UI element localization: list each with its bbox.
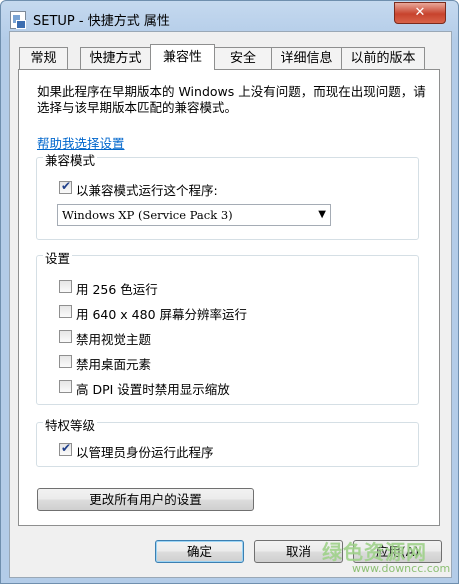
tab-shortcut[interactable]: 快捷方式	[80, 47, 151, 69]
tab-compatibility[interactable]: 兼容性	[150, 44, 215, 70]
compat-os-selected-value: Windows XP (Service Pack 3)	[62, 208, 233, 222]
disable-visual-themes-label: 禁用视觉主题	[76, 332, 152, 347]
compat-os-select[interactable]: Windows XP (Service Pack 3) ▼	[57, 204, 331, 226]
tab-security[interactable]: 安全	[214, 47, 272, 69]
tab-label: 常规	[30, 51, 57, 66]
window-title: SETUP - 快捷方式 属性	[33, 14, 170, 29]
color-256-checkbox[interactable]	[59, 280, 72, 293]
compatibility-description: 如果此程序在早期版本的 Windows 上没有问题，而现在出现问题，请选择与该早…	[37, 84, 426, 115]
disable-desktop-composition-label: 禁用桌面元素	[76, 357, 152, 372]
compat-mode-group-title: 兼容模式	[43, 150, 98, 169]
color-256-label: 用 256 色运行	[76, 282, 158, 297]
resolution-640-checkbox[interactable]	[59, 305, 72, 318]
close-button[interactable]: ✕	[394, 2, 446, 24]
tab-label: 安全	[229, 51, 256, 66]
disable-dpi-scaling-label: 高 DPI 设置时禁用显示缩放	[76, 382, 230, 397]
tab-label: 以前的版本	[350, 51, 416, 66]
shortcut-app-icon	[10, 11, 26, 29]
tab-general[interactable]: 常规	[19, 47, 68, 69]
run-as-admin-checkbox[interactable]: ✔	[59, 441, 72, 456]
privilege-level-group-title: 特权等级	[43, 415, 98, 434]
compat-mode-checkbox-label: 以兼容模式运行这个程序:	[76, 183, 218, 198]
checkmark-icon: ✔	[61, 441, 72, 455]
ok-button[interactable]: 确定	[155, 540, 244, 563]
cancel-button[interactable]: 取消	[254, 540, 343, 563]
disable-visual-themes-checkbox[interactable]	[59, 330, 72, 343]
compat-mode-checkbox[interactable]: ✔	[59, 179, 72, 194]
tab-label: 快捷方式	[89, 51, 142, 66]
resolution-640-label: 用 640 x 480 屏幕分辨率运行	[76, 307, 248, 322]
tab-previous-versions[interactable]: 以前的版本	[341, 47, 425, 69]
tab-label: 详细信息	[280, 51, 333, 66]
change-all-users-settings-button[interactable]: 更改所有用户的设置	[37, 488, 254, 511]
disable-dpi-scaling-checkbox[interactable]	[59, 380, 72, 393]
settings-group-title: 设置	[43, 248, 73, 267]
close-icon: ✕	[414, 5, 426, 20]
disable-desktop-composition-checkbox[interactable]	[59, 355, 72, 368]
tab-label: 兼容性	[162, 50, 202, 65]
tab-details[interactable]: 详细信息	[271, 47, 342, 69]
title-bar[interactable]: SETUP - 快捷方式 属性 ✕	[1, 1, 458, 35]
run-as-admin-label: 以管理员身份运行此程序	[76, 445, 214, 460]
chevron-down-icon: ▼	[318, 209, 326, 220]
checkmark-icon: ✔	[61, 179, 72, 193]
apply-button[interactable]: 应用(A)	[353, 540, 442, 563]
